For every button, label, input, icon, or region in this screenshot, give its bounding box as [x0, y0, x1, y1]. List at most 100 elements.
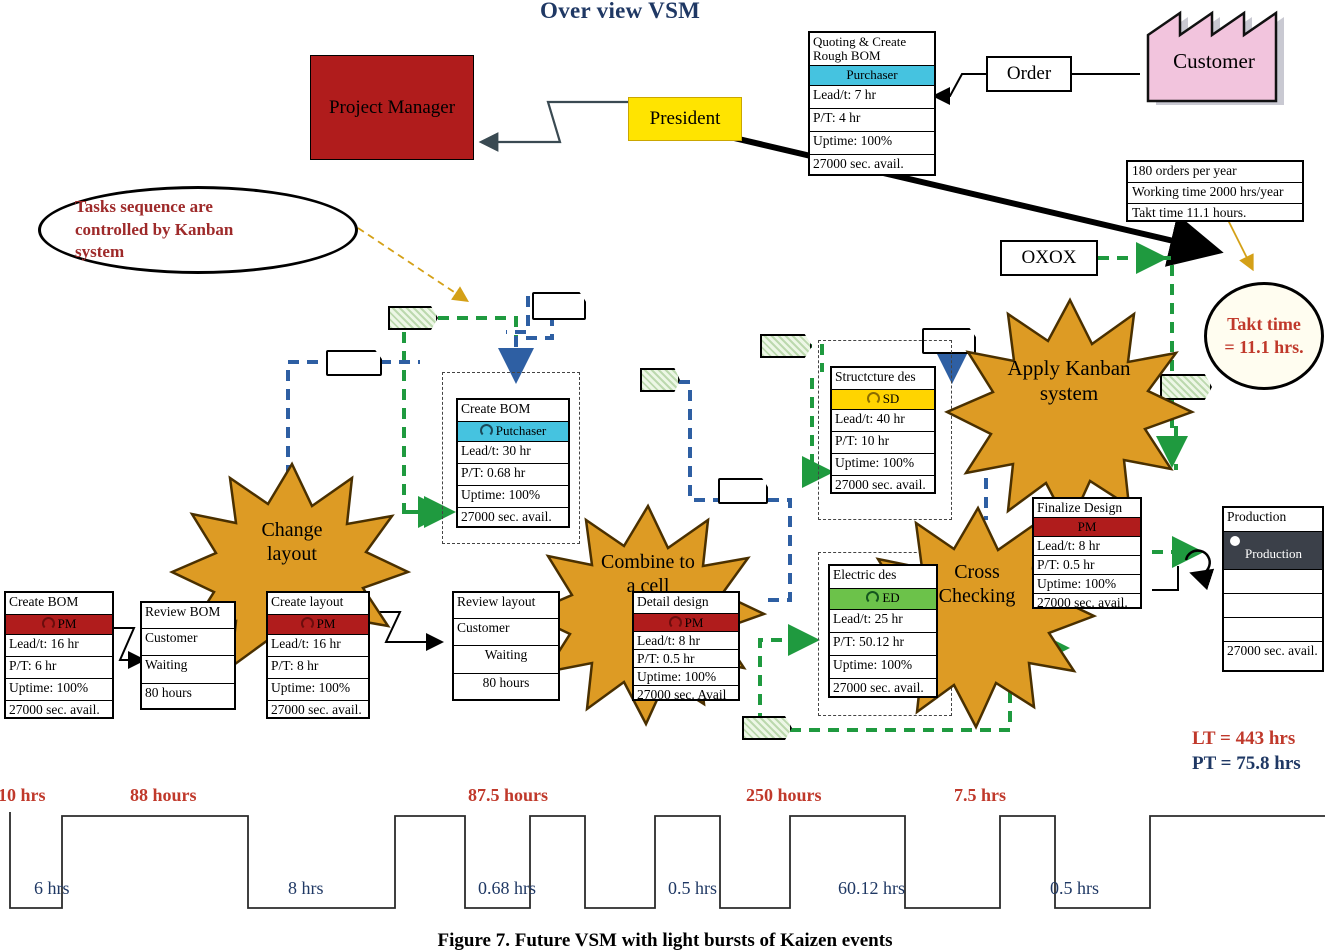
process-metric-lead-time: Lead/t: 8 hr [1034, 537, 1140, 556]
process-box-detail-design[interactable]: Detail design PM Lead/t: 8 hr P/T: 0.5 h… [632, 591, 740, 701]
process-metric-lead-time: Lead/t: 16 hr [6, 635, 112, 657]
timeline-process-label-6: 0.5 hrs [1050, 878, 1099, 898]
process-metric-uptime: Uptime: 100% [268, 679, 368, 701]
process-metric-process-time: P/T: 50.12 hr [830, 633, 936, 656]
process-box-review-bom[interactable]: Review BOM Customer Waiting 80 hours [140, 601, 236, 710]
process-role: PM [6, 615, 112, 635]
process-name: Review BOM [142, 603, 234, 629]
process-box-quoting[interactable]: Quoting & Create Rough BOM Purchaser Lea… [808, 31, 936, 176]
takt-info-box: 180 orders per year Working time 2000 hr… [1126, 160, 1304, 222]
operator-icon [866, 392, 880, 405]
process-role: Purchaser [810, 66, 934, 86]
process-metric-lead-time: Lead/t: 25 hr [830, 610, 936, 633]
process-metric-availability: 27000 sec. avail. [833, 680, 924, 695]
kanban-annotation-ellipse: Tasks sequence are controlled by Kanban … [38, 186, 358, 274]
process-box-create-bom-pm[interactable]: Create BOM PM Lead/t: 16 hr P/T: 6 hr Up… [4, 591, 114, 719]
process-metric-uptime: Uptime: 100% [830, 656, 936, 679]
process-metric-uptime: Uptime: 100% [634, 668, 738, 686]
timeline-wait-label-5: 7.5 hrs [954, 785, 1007, 805]
process-role: Customer [454, 619, 558, 646]
operator-icon [1230, 536, 1240, 546]
process-metric-blank-2 [1224, 594, 1322, 618]
process-box-finalize-design[interactable]: Finalize Design PM Lead/t: 8 hr P/T: 0.5… [1032, 497, 1142, 609]
operator-icon [41, 617, 55, 630]
process-name: Production [1224, 508, 1322, 532]
process-box-review-layout[interactable]: Review layout Customer Waiting 80 hours [452, 591, 560, 701]
flow-connectors-layer [9, 73, 1325, 909]
kanban-note-line3: system [75, 242, 125, 262]
operator-icon [866, 591, 880, 604]
kanban-card-5[interactable] [742, 716, 792, 740]
timeline-process-label-5: 60.12 hrs [838, 878, 905, 898]
project-manager-box[interactable]: Project Manager [310, 55, 474, 160]
oxox-label: OXOX [1021, 247, 1077, 268]
process-role: PM [1034, 518, 1140, 537]
process-metric-uptime: Uptime: 100% [1034, 575, 1140, 594]
process-box-create-bom-purchaser[interactable]: Create BOM Putchaser Lead/t: 30 hr P/T: … [456, 398, 570, 528]
process-name: Electric des [830, 566, 936, 589]
process-metric-blank-3 [1224, 618, 1322, 642]
process-metric-availability: 27000 sec. avail. [271, 702, 362, 717]
order-box[interactable]: Order [986, 56, 1072, 92]
process-metric-lead-time: Lead/t: 7 hr [810, 86, 934, 109]
info-card-2[interactable] [532, 292, 586, 320]
process-name: Quoting & Create Rough BOM [810, 33, 934, 66]
process-box-electric-design[interactable]: Electric des ED Lead/t: 25 hr P/T: 50.12… [828, 564, 938, 698]
process-metric-availability: 27000 sec. avail. [1227, 643, 1318, 658]
process-name: Create layout [268, 593, 368, 615]
process-metric-availability: 27000 sec. avail. [1037, 595, 1128, 610]
project-manager-label: Project Manager [328, 96, 456, 118]
order-label: Order [1006, 63, 1052, 84]
operator-icon [300, 617, 314, 630]
process-metric-process-time: P/T: 6 hr [6, 657, 112, 679]
process-status: Waiting [454, 646, 558, 674]
process-metric-availability: 27000 sec. avail. [9, 702, 100, 717]
timeline-wait-label-1: 10 hrs [0, 785, 46, 805]
page-title: Over view VSM [540, 0, 701, 23]
process-role: SD [832, 390, 934, 410]
timeline-process-label-3: 0.68 hrs [478, 878, 536, 898]
kanban-card-4[interactable] [1160, 374, 1212, 400]
process-metric-blank-1 [1224, 570, 1322, 594]
oxox-load-leveling-box[interactable]: OXOX [1000, 240, 1098, 276]
lead-time-summary: LT = 443 hrs [1192, 728, 1296, 749]
operator-icon [668, 616, 682, 629]
process-role: Production [1224, 532, 1322, 570]
vsm-diagram-canvas: Over view VSM Project Manager President … [0, 0, 1330, 952]
timeline-process-label-2: 8 hrs [288, 878, 324, 898]
process-duration: 80 hours [145, 685, 192, 700]
process-metric-availability: 27000 sec. avail. [813, 156, 904, 171]
process-duration: 80 hours [482, 675, 530, 690]
timeline-process-label-1: 6 hrs [34, 878, 70, 898]
customer-shape[interactable]: Customer [1140, 5, 1300, 105]
process-metric-availability: 27000 sec. Avail [637, 687, 727, 702]
info-card-3[interactable] [718, 478, 768, 504]
kanban-card-2[interactable] [760, 334, 812, 358]
info-card-1[interactable] [326, 350, 382, 376]
process-box-create-layout[interactable]: Create layout PM Lead/t: 16 hr P/T: 8 hr… [266, 591, 370, 719]
takt-orders-per-year: 180 orders per year [1128, 162, 1302, 183]
kaizen-bursts-layer [168, 297, 1196, 730]
process-metric-availability: 27000 sec. avail. [835, 477, 926, 492]
process-name: Finalize Design [1034, 499, 1140, 518]
process-metric-process-time: P/T: 4 hr [810, 109, 934, 132]
process-metric-process-time: P/T: 0.68 hr [458, 464, 568, 486]
timeline-wait-label-2: 88 hours [130, 785, 197, 805]
process-metric-lead-time: Lead/t: 8 hr [634, 632, 738, 650]
process-role: Customer [142, 629, 234, 656]
process-status: Waiting [142, 656, 234, 684]
president-box[interactable]: President [628, 97, 742, 141]
process-role: Putchaser [458, 422, 568, 442]
kanban-card-3[interactable] [640, 368, 680, 392]
process-box-structure-design[interactable]: Structcture des SD Lead/t: 40 hr P/T: 10… [830, 366, 936, 494]
process-box-production[interactable]: Production Production 27000 sec. avail. [1222, 506, 1324, 672]
process-name: Create BOM [458, 400, 568, 422]
president-label: President [649, 108, 721, 129]
process-metric-process-time: P/T: 0.5 hr [634, 650, 738, 668]
timeline-wait-label-3: 87.5 hours [468, 785, 549, 805]
process-role: ED [830, 589, 936, 610]
process-role: PM [268, 615, 368, 635]
takt-callout-line2: = 11.1 hrs. [1224, 337, 1304, 357]
kanban-card-1[interactable] [388, 306, 438, 330]
takt-time-callout: Takt time = 11.1 hrs. [1204, 282, 1324, 390]
